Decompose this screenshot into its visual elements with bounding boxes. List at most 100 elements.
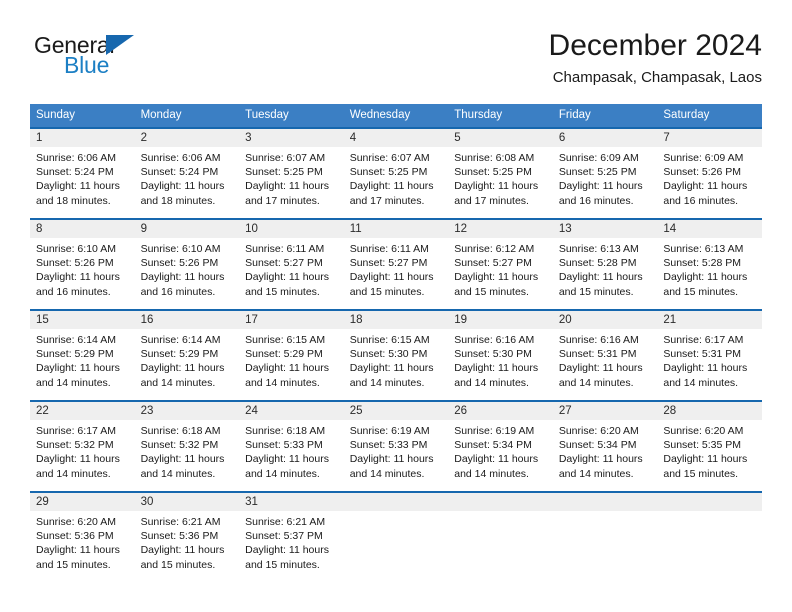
day-cell[interactable]: 8 Sunrise: 6:10 AM Sunset: 5:26 PM Daylight… (30, 219, 135, 310)
day-cell[interactable]: 5 Sunrise: 6:08 AM Sunset: 5:25 PM Daylight… (448, 128, 553, 219)
day-number: 18 (343, 311, 449, 329)
day-details: Sunrise: 6:11 AM Sunset: 5:27 PM Daylight:… (344, 238, 449, 299)
day-cell-empty (657, 492, 762, 582)
day-cell[interactable]: 20 Sunrise: 6:16 AM Sunset: 5:31 PM Dayligh… (552, 310, 658, 401)
day-number: 5 (448, 129, 553, 147)
day-number: 17 (239, 311, 344, 329)
daylight-text-line2: and 15 minutes. (663, 285, 739, 298)
sunset-text: Sunset: 5:27 PM (454, 257, 532, 270)
day-cell[interactable]: 13 Sunrise: 6:13 AM Sunset: 5:28 PM Dayligh… (552, 219, 658, 310)
daylight-text-line2: and 15 minutes. (349, 285, 425, 298)
sunset-text: Sunset: 5:29 PM (140, 348, 219, 361)
day-cell[interactable]: 31 Sunrise: 6:21 AM Sunset: 5:37 PM Dayligh… (239, 492, 344, 582)
day-cell[interactable]: 1 Sunrise: 6:06 AM Sunset: 5:24 PM Daylight… (30, 128, 135, 219)
day-cell[interactable]: 16 Sunrise: 6:14 AM Sunset: 5:29 PM Dayligh… (134, 310, 240, 401)
day-cell[interactable]: 11 Sunrise: 6:11 AM Sunset: 5:27 PM Dayligh… (343, 219, 449, 310)
sunrise-text: Sunrise: 6:20 AM (663, 425, 744, 437)
day-cell[interactable]: 29 Sunrise: 6:20 AM Sunset: 5:36 PM Dayligh… (30, 492, 135, 582)
week-row: 15 Sunrise: 6:14 AM Sunset: 5:29 PM Dayligh… (30, 310, 762, 401)
day-cell[interactable]: 26 Sunrise: 6:19 AM Sunset: 5:34 PM Dayligh… (448, 401, 553, 492)
day-cell[interactable]: 12 Sunrise: 6:12 AM Sunset: 5:27 PM Dayligh… (448, 219, 553, 310)
sunset-text: Sunset: 5:31 PM (663, 348, 742, 361)
day-cell[interactable]: 27 Sunrise: 6:20 AM Sunset: 5:34 PM Dayligh… (552, 401, 658, 492)
day-cell[interactable]: 23 Sunrise: 6:18 AM Sunset: 5:32 PM Dayligh… (134, 401, 240, 492)
day-number: 14 (657, 220, 762, 238)
day-cell[interactable]: 25 Sunrise: 6:19 AM Sunset: 5:33 PM Dayligh… (343, 401, 449, 492)
day-cell[interactable]: 4 Sunrise: 6:07 AM Sunset: 5:25 PM Daylight… (343, 128, 449, 219)
day-details (553, 511, 658, 515)
day-number: 31 (239, 493, 344, 511)
day-details: Sunrise: 6:10 AM Sunset: 5:26 PM Daylight:… (30, 238, 135, 299)
sunset-text: Sunset: 5:32 PM (140, 439, 219, 452)
day-cell[interactable]: 24 Sunrise: 6:18 AM Sunset: 5:33 PM Dayligh… (239, 401, 344, 492)
day-number: 25 (343, 402, 449, 420)
day-details: Sunrise: 6:20 AM Sunset: 5:34 PM Daylight:… (553, 420, 658, 481)
day-details: Sunrise: 6:18 AM Sunset: 5:32 PM Daylight:… (135, 420, 240, 481)
day-details: Sunrise: 6:14 AM Sunset: 5:29 PM Daylight:… (30, 329, 135, 390)
day-number: 12 (448, 220, 553, 238)
sunset-text: Sunset: 5:30 PM (454, 348, 532, 361)
daylight-text-line2: and 14 minutes. (349, 376, 425, 389)
sunset-text: Sunset: 5:26 PM (663, 166, 742, 179)
daylight-text-line2: and 14 minutes. (245, 376, 320, 389)
daylight-text-line1: Daylight: 11 hours (245, 362, 329, 375)
sunrise-text: Sunrise: 6:06 AM (140, 152, 221, 164)
sunset-text: Sunset: 5:27 PM (245, 257, 323, 270)
day-details: Sunrise: 6:19 AM Sunset: 5:33 PM Daylight:… (344, 420, 449, 481)
day-cell[interactable]: 22 Sunrise: 6:17 AM Sunset: 5:32 PM Dayligh… (30, 401, 135, 492)
day-cell[interactable]: 7 Sunrise: 6:09 AM Sunset: 5:26 PM Daylight… (657, 128, 762, 219)
day-details: Sunrise: 6:16 AM Sunset: 5:30 PM Daylight:… (448, 329, 553, 390)
day-cell[interactable]: 10 Sunrise: 6:11 AM Sunset: 5:27 PM Dayligh… (239, 219, 344, 310)
day-number: 4 (343, 129, 449, 147)
sunrise-text: Sunrise: 6:09 AM (663, 152, 744, 164)
sunset-text: Sunset: 5:34 PM (558, 439, 637, 452)
sunrise-text: Sunrise: 6:17 AM (36, 425, 116, 437)
daylight-text-line2: and 15 minutes. (245, 558, 320, 571)
sunset-text: Sunset: 5:34 PM (454, 439, 532, 452)
daylight-text-line2: and 14 minutes. (454, 467, 529, 480)
day-cell[interactable]: 18 Sunrise: 6:15 AM Sunset: 5:30 PM Dayligh… (343, 310, 449, 401)
calendar-table: Sunday Monday Tuesday Wednesday Thursday… (30, 104, 762, 582)
day-cell[interactable]: 6 Sunrise: 6:09 AM Sunset: 5:25 PM Daylight… (552, 128, 658, 219)
title-block: December 2024 Champasak, Champasak, Laos (549, 28, 762, 87)
weekday-header-friday: Friday (552, 104, 658, 128)
day-details: Sunrise: 6:12 AM Sunset: 5:27 PM Daylight:… (448, 238, 553, 299)
day-cell[interactable]: 15 Sunrise: 6:14 AM Sunset: 5:29 PM Dayligh… (30, 310, 135, 401)
day-number: 21 (657, 311, 762, 329)
sunrise-text: Sunrise: 6:13 AM (558, 243, 639, 255)
logo-triangle-icon (106, 35, 134, 55)
day-cell[interactable]: 9 Sunrise: 6:10 AM Sunset: 5:26 PM Daylight… (134, 219, 240, 310)
daylight-text-line1: Daylight: 11 hours (349, 180, 434, 193)
daylight-text-line2: and 16 minutes. (36, 285, 111, 298)
day-cell-empty (552, 492, 658, 582)
daylight-text-line2: and 14 minutes. (140, 376, 216, 389)
day-cell[interactable]: 2 Sunrise: 6:06 AM Sunset: 5:24 PM Daylight… (134, 128, 240, 219)
sunrise-text: Sunrise: 6:08 AM (454, 152, 535, 164)
sunrise-text: Sunrise: 6:20 AM (558, 425, 639, 437)
daylight-text-line2: and 15 minutes. (454, 285, 529, 298)
general-blue-logo[interactable]: General Blue (34, 32, 254, 90)
day-cell[interactable]: 19 Sunrise: 6:16 AM Sunset: 5:30 PM Dayligh… (448, 310, 553, 401)
day-number: 1 (30, 129, 135, 147)
day-details: Sunrise: 6:15 AM Sunset: 5:30 PM Daylight:… (344, 329, 449, 390)
daylight-text-line1: Daylight: 11 hours (245, 271, 329, 284)
day-number: 28 (657, 402, 762, 420)
day-details: Sunrise: 6:18 AM Sunset: 5:33 PM Daylight:… (239, 420, 344, 481)
sunset-text: Sunset: 5:32 PM (36, 439, 114, 452)
sunset-text: Sunset: 5:27 PM (349, 257, 428, 270)
daylight-text-line1: Daylight: 11 hours (454, 362, 539, 375)
day-number: 27 (552, 402, 658, 420)
day-cell[interactable]: 21 Sunrise: 6:17 AM Sunset: 5:31 PM Dayligh… (657, 310, 762, 401)
day-details: Sunrise: 6:13 AM Sunset: 5:28 PM Daylight:… (657, 238, 762, 299)
day-cell[interactable]: 3 Sunrise: 6:07 AM Sunset: 5:25 PM Daylight… (239, 128, 344, 219)
day-cell[interactable]: 30 Sunrise: 6:21 AM Sunset: 5:36 PM Dayligh… (134, 492, 240, 582)
calendar-body: 1 Sunrise: 6:06 AM Sunset: 5:24 PM Daylight… (30, 128, 762, 582)
sunset-text: Sunset: 5:33 PM (245, 439, 323, 452)
day-cell[interactable]: 28 Sunrise: 6:20 AM Sunset: 5:35 PM Dayligh… (657, 401, 762, 492)
daylight-text-line2: and 18 minutes. (36, 194, 111, 207)
daylight-text-line1: Daylight: 11 hours (349, 271, 434, 284)
day-cell[interactable]: 14 Sunrise: 6:13 AM Sunset: 5:28 PM Dayligh… (657, 219, 762, 310)
sunset-text: Sunset: 5:36 PM (140, 530, 219, 543)
calendar-page: General Blue December 2024 Champasak, Ch… (0, 0, 792, 612)
day-cell[interactable]: 17 Sunrise: 6:15 AM Sunset: 5:29 PM Dayligh… (239, 310, 344, 401)
